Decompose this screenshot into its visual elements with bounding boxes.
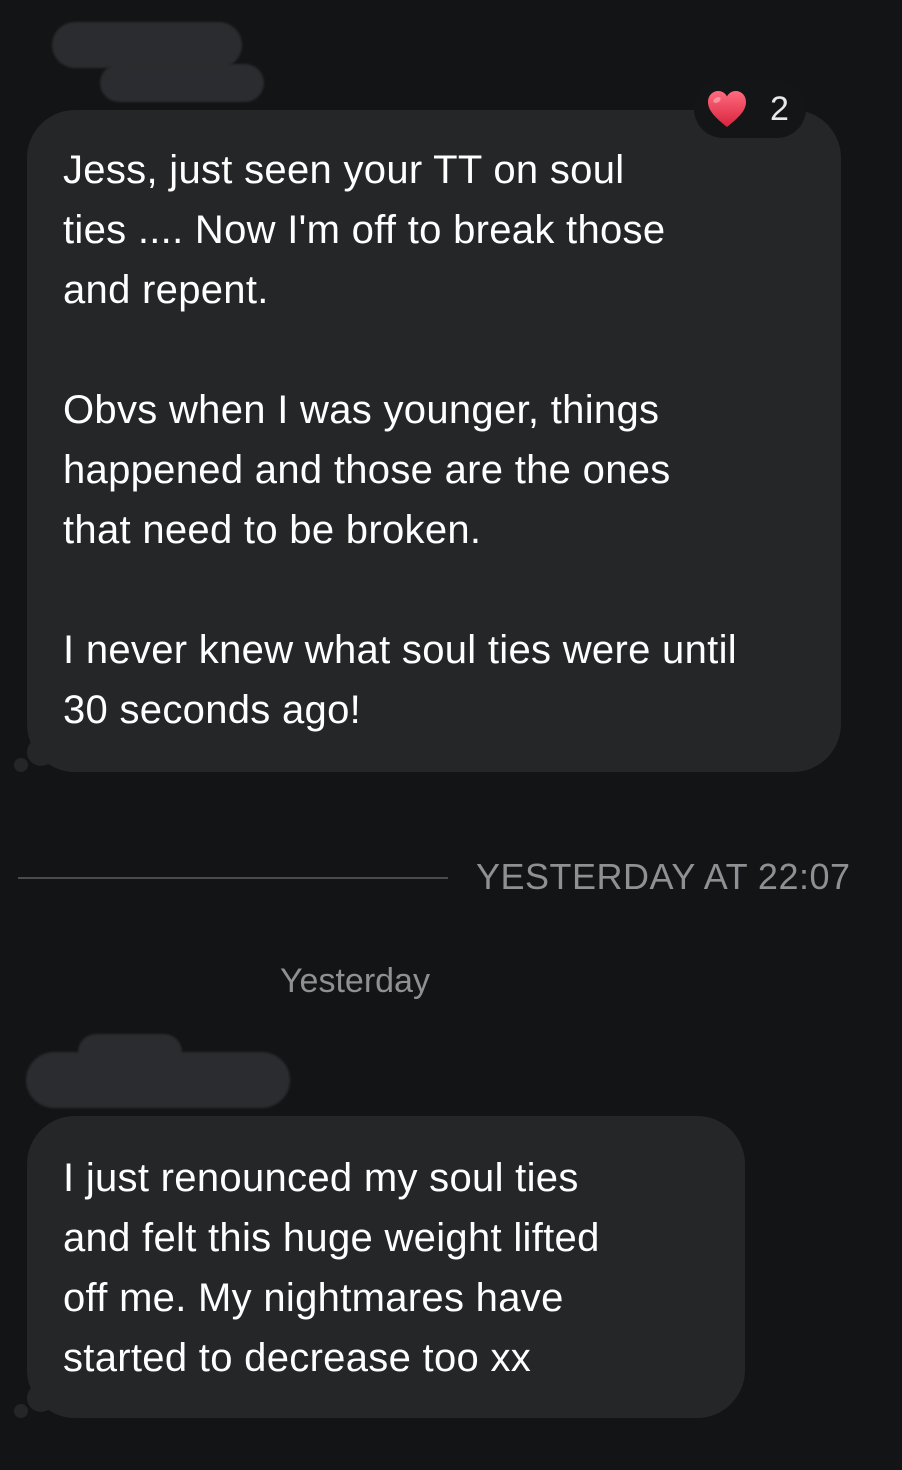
message-text-2: I just renounced my soul ties and felt t…	[63, 1156, 600, 1380]
divider-line	[18, 877, 448, 879]
redacted-sender-name-extension	[78, 1034, 182, 1070]
message-bubble-1[interactable]: Jess, just seen your TT on soul ties ...…	[27, 110, 841, 772]
bubble-tail	[14, 1404, 28, 1418]
message-bubble-2[interactable]: I just renounced my soul ties and felt t…	[27, 1116, 745, 1418]
bubble-tail	[14, 758, 28, 772]
bubble-tail	[27, 738, 55, 766]
redacted-sender-name	[52, 22, 242, 68]
timestamp-divider: YESTERDAY AT 22:07	[476, 856, 851, 897]
day-label: Yesterday	[280, 962, 430, 1000]
redacted-sender-name-extension	[100, 64, 264, 102]
reaction-count: 2	[770, 89, 789, 128]
message-text-1: Jess, just seen your TT on soul ties ...…	[63, 148, 737, 732]
reaction-badge[interactable]: 2	[694, 80, 806, 138]
bubble-tail	[27, 1384, 55, 1412]
heart-icon	[706, 89, 748, 129]
